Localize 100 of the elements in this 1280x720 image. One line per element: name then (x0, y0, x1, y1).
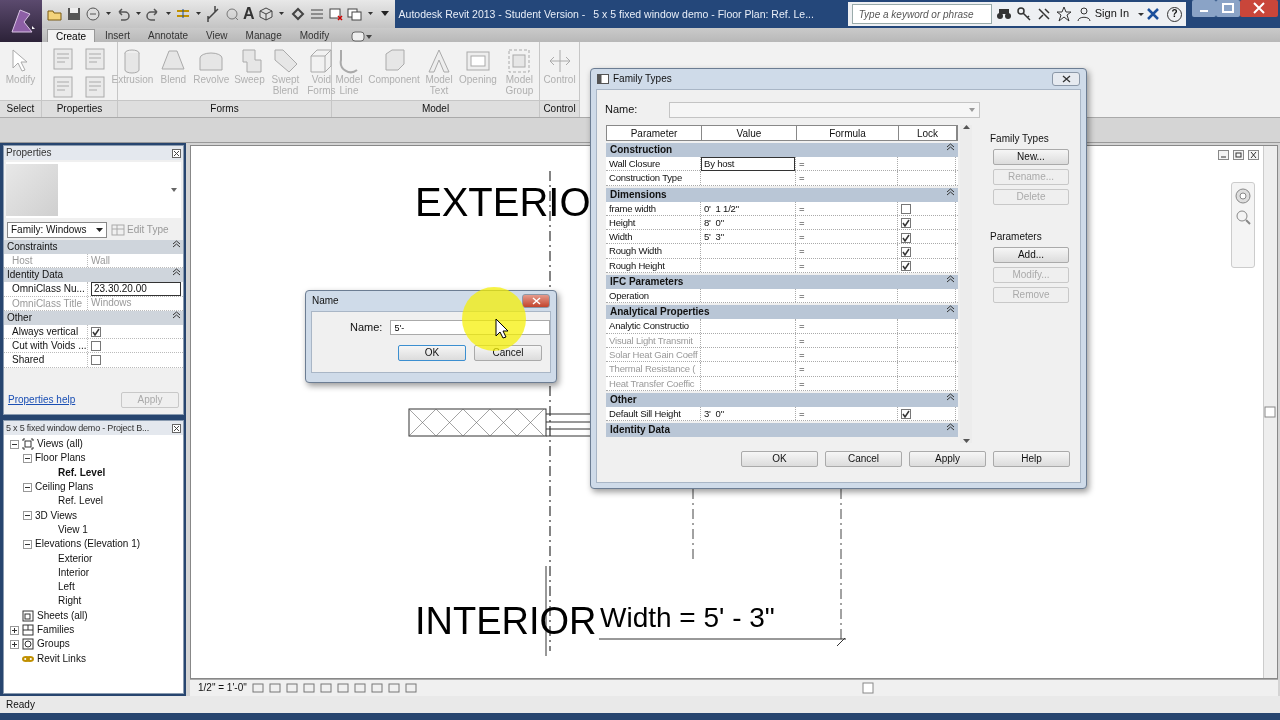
text-tool-button[interactable]: A (243, 4, 255, 24)
binoculars-icon[interactable] (995, 6, 1012, 22)
column-header[interactable]: Formula (797, 126, 899, 140)
tree-item[interactable]: Elevations (Elevation 1) (35, 538, 141, 551)
tree-item[interactable]: Ref. Level (58, 495, 104, 508)
formula-cell: = (799, 407, 805, 419)
collapse-toggle[interactable] (23, 482, 32, 492)
collapse-icon[interactable] (947, 423, 954, 432)
cube-icon[interactable] (257, 6, 274, 22)
collapse-icon[interactable] (173, 268, 180, 277)
collapse-icon[interactable] (947, 305, 954, 314)
ribbon-tab[interactable]: Create (47, 29, 95, 42)
dialog-button[interactable]: New... (993, 149, 1069, 165)
checkbox[interactable] (91, 326, 101, 337)
sign-in-link[interactable]: Sign In (1094, 7, 1129, 21)
caret-icon[interactable] (171, 188, 177, 192)
collapse-icon[interactable] (947, 187, 954, 196)
collapse-toggle[interactable] (10, 439, 19, 449)
key-icon[interactable] (1015, 6, 1032, 22)
dialog-button[interactable]: Apply (909, 451, 986, 467)
tree-item[interactable]: Revit Links (37, 652, 86, 665)
save-icon[interactable] (66, 6, 82, 22)
close-button[interactable] (1240, 0, 1278, 17)
steering-wheel-icon[interactable] (1234, 187, 1252, 205)
ribbon-tab[interactable]: Manage (237, 29, 290, 42)
collapse-icon[interactable] (947, 392, 954, 401)
ribbon-tab[interactable]: Annotate (140, 29, 197, 42)
maximize-button[interactable] (1216, 0, 1240, 17)
tree-item[interactable]: Groups (37, 638, 70, 651)
collapse-icon[interactable] (947, 143, 954, 151)
lock-checkbox[interactable] (901, 232, 911, 243)
properties-help-link[interactable]: Properties help (8, 394, 76, 406)
lock-checkbox[interactable] (901, 261, 911, 272)
dimension-icon[interactable] (205, 6, 221, 22)
column-header[interactable]: Parameter (607, 126, 702, 140)
lock-checkbox[interactable] (901, 409, 911, 420)
lock-checkbox[interactable] (901, 246, 911, 257)
dialog-button[interactable]: Add... (993, 247, 1069, 263)
close-icon[interactable] (172, 423, 181, 433)
type-selector[interactable]: Family: Windows (7, 222, 107, 238)
scroll-thumb[interactable] (1264, 406, 1276, 418)
checkbox[interactable] (91, 355, 101, 366)
star-icon[interactable] (1055, 6, 1072, 22)
search-field[interactable]: Type a keyword or phrase (851, 4, 992, 24)
tree-item[interactable]: 3D Views (35, 509, 78, 522)
tree-item[interactable]: Exterior (58, 552, 93, 565)
tree-item[interactable]: Ref. Level (58, 466, 106, 479)
table-scrollbar[interactable] (960, 125, 972, 443)
ribbon-tab[interactable]: Insert (97, 29, 139, 42)
tree-item[interactable]: Sheets (all) (37, 609, 88, 622)
collapse-toggle[interactable] (23, 539, 32, 549)
column-header[interactable]: Value (702, 126, 797, 140)
group-header: Other (610, 392, 637, 407)
value-field[interactable]: By host (701, 157, 795, 171)
close-icon[interactable] (1248, 150, 1259, 160)
dialog-button[interactable]: Help (993, 451, 1070, 467)
zoom-icon[interactable] (1235, 209, 1251, 225)
redo-icon[interactable] (145, 6, 161, 22)
ribbon-tab[interactable]: Modify (291, 29, 338, 42)
collapse-toggle[interactable] (23, 453, 32, 463)
undo-icon[interactable] (115, 6, 131, 22)
checkbox[interactable] (91, 340, 101, 351)
minimize-button[interactable] (1192, 0, 1216, 17)
tree-item[interactable]: Ceiling Plans (35, 481, 94, 494)
dialog-button[interactable]: Cancel (825, 451, 902, 467)
dialog-button[interactable]: OK (398, 345, 466, 361)
up-arrow-icon[interactable] (962, 125, 970, 129)
close-button[interactable] (1052, 72, 1080, 86)
tree-item[interactable]: Floor Plans (35, 452, 86, 465)
tree-item[interactable]: Families (37, 624, 75, 636)
formula-cell: = (799, 216, 805, 228)
restore-icon[interactable] (1233, 150, 1244, 160)
close-button[interactable] (522, 294, 550, 308)
scale-label[interactable]: 1/2" = 1'-0" (198, 682, 247, 694)
tree-item[interactable]: Right (58, 595, 82, 608)
expand-toggle[interactable] (10, 625, 19, 635)
close-windows-icon[interactable] (327, 6, 344, 22)
ribbon-tab[interactable]: View (198, 29, 236, 42)
close-icon[interactable] (172, 148, 181, 158)
tree-item[interactable]: Views (all) (37, 438, 83, 451)
switch-windows-icon[interactable] (346, 6, 363, 22)
tree-item[interactable]: Left (58, 581, 75, 594)
lock-checkbox[interactable] (901, 204, 911, 215)
column-header[interactable]: Lock (899, 126, 957, 140)
lock-checkbox[interactable] (901, 218, 911, 229)
expand-toggle[interactable] (10, 639, 19, 649)
vertical-scrollbar[interactable] (1263, 146, 1277, 678)
down-arrow-icon[interactable] (962, 439, 970, 443)
collapse-icon[interactable] (173, 310, 180, 319)
collapse-icon[interactable] (173, 240, 180, 248)
collapse-toggle[interactable] (23, 511, 32, 521)
panel-title: Properties (6, 147, 52, 159)
scroll-thumb[interactable] (861, 682, 874, 694)
collapse-icon[interactable] (947, 275, 954, 284)
minimize-icon[interactable] (1218, 150, 1229, 160)
user-icon[interactable] (1075, 6, 1092, 22)
tree-item[interactable]: Interior (58, 566, 90, 579)
tree-item[interactable]: View 1 (58, 523, 88, 536)
panel-toggle-icon[interactable] (351, 31, 374, 42)
dialog-button[interactable]: OK (741, 451, 818, 467)
